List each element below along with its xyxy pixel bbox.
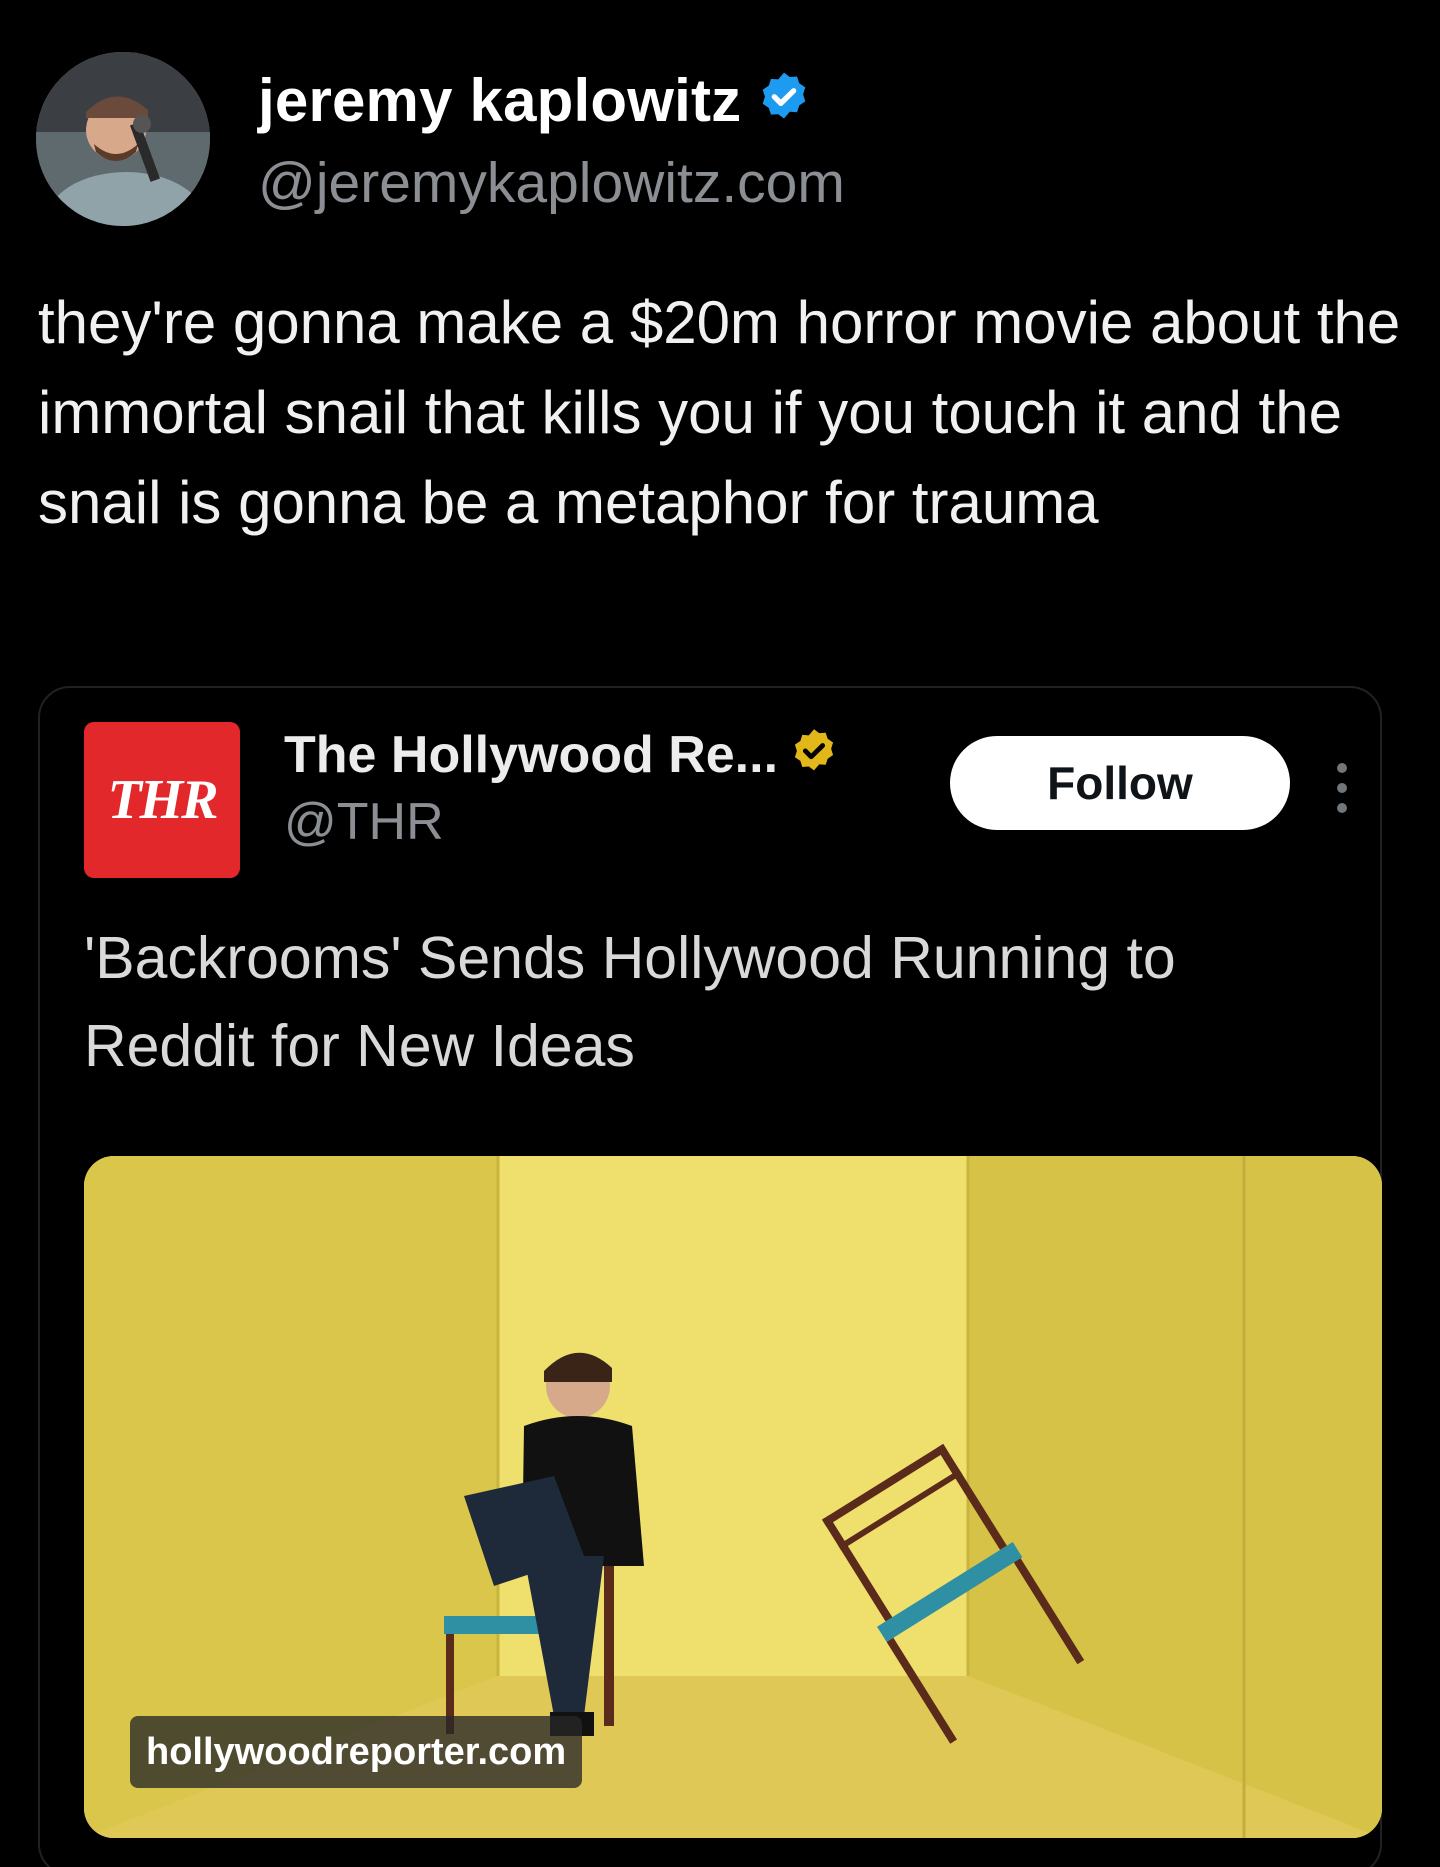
embed-account-name-text: The Hollywood Re... [284, 726, 779, 784]
author-handle[interactable]: @jeremykaplowitz.com [258, 150, 845, 216]
blue-verified-badge-icon [763, 72, 806, 119]
embed-account-handle[interactable]: @THR [284, 792, 444, 852]
article-image[interactable]: hollywoodreporter.com [84, 1156, 1382, 1838]
gold-verified-badge-icon [794, 729, 834, 771]
embed-headline[interactable]: 'Backrooms' Sends Hollywood Running to R… [84, 914, 1354, 1090]
embed-account-name[interactable]: The Hollywood Re... [284, 724, 840, 786]
post-header: jeremy kaplowitz @jeremykaplowitz.com [36, 50, 1396, 230]
author-name-text: jeremy kaplowitz [258, 67, 742, 134]
post-text: they're gonna make a $20m horror movie a… [38, 289, 1401, 536]
author-avatar[interactable] [36, 52, 210, 226]
source-domain-label: hollywoodreporter.com [130, 1716, 583, 1788]
follow-button[interactable]: Follow [950, 736, 1290, 830]
thr-logo-text: THR [107, 769, 218, 831]
more-options-icon[interactable] [1332, 758, 1352, 818]
embedded-post-card[interactable]: THR The Hollywood Re... @THR Follow 'Bac… [38, 686, 1382, 1867]
author-name[interactable]: jeremy kaplowitz [258, 66, 813, 136]
thr-logo[interactable]: THR [84, 722, 240, 878]
